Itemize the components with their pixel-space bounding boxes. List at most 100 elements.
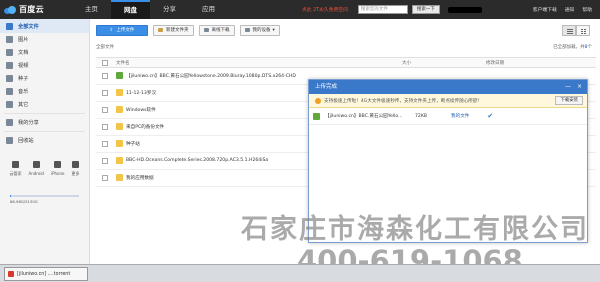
minimize-button[interactable]: — — [565, 80, 571, 94]
nav-home[interactable]: 主页 — [72, 0, 111, 19]
notifications-link[interactable]: 通知 — [565, 6, 575, 13]
close-button[interactable]: × — [577, 80, 582, 94]
search-button[interactable]: 搜索一下 — [411, 5, 440, 14]
device-label: iPhone — [50, 171, 65, 176]
monitor-icon — [12, 161, 19, 168]
share-icon — [6, 119, 13, 126]
upload-button[interactable]: ⇧ 上传文件 — [96, 24, 148, 36]
new-folder-button[interactable]: 新建文件夹 — [153, 24, 194, 36]
sidebar-item-images[interactable]: 图片 — [0, 33, 89, 46]
taskbar-item[interactable]: [jiluniwo.cn] ....torrent — [4, 267, 88, 281]
table-header: 文件名 大小 修改日期 — [96, 57, 596, 68]
column-name[interactable]: 文件名 — [116, 60, 130, 66]
row-checkbox[interactable] — [102, 107, 108, 113]
device-more[interactable]: 更多 — [71, 161, 79, 177]
sidebar-item-label: 其它 — [18, 102, 29, 108]
upload-label: 上传文件 — [116, 28, 135, 33]
folder-icon — [116, 157, 123, 164]
list-view-button[interactable] — [562, 25, 576, 36]
nav-share[interactable]: 分享 — [150, 0, 189, 19]
file-name[interactable]: 我的应用数据 — [126, 175, 154, 181]
client-download-link[interactable]: 客户端下载 — [533, 6, 557, 13]
device-label: 更多 — [71, 171, 80, 176]
sidebar-item-label: 种子 — [18, 76, 29, 82]
files-icon — [6, 22, 13, 30]
upload-icon: ⇧ — [109, 27, 114, 33]
my-devices-label: 我的设备 — [252, 28, 271, 33]
quota-text: 68.98G/5130G — [10, 199, 38, 204]
other-icon — [6, 101, 13, 108]
sidebar-item-label: 文档 — [18, 50, 29, 56]
quota-fill — [10, 195, 11, 197]
taskbar: [jiluniwo.cn] ....torrent — [0, 264, 600, 282]
upload-item: 【jiluniwo.cn】BBC.黄石公园Yello... 72KB 我的文件 … — [309, 108, 587, 125]
app-icon — [8, 271, 14, 277]
toolbar: ⇧ 上传文件 新建文件夹 离线下载 我的设备 ▾ — [96, 24, 285, 36]
help-link[interactable]: 帮助 — [582, 6, 592, 13]
breadcrumb[interactable]: 全部文件 — [96, 44, 114, 50]
sidebar-item-my-share[interactable]: 我的分享 — [0, 116, 89, 129]
file-name[interactable]: Windows软件 — [126, 107, 156, 113]
sidebar: 全部文件 图片 文档 视频 种子 音乐 其它 我的分享 回收站 云管家 Andr… — [0, 19, 90, 264]
device-iphone[interactable]: iPhone — [50, 161, 65, 177]
download-install-button[interactable]: 下载安装 — [555, 96, 583, 105]
sidebar-item-videos[interactable]: 视频 — [0, 59, 89, 72]
upload-location-link[interactable]: 我的文件 — [451, 113, 469, 119]
loaded-prefix: 已全部加载，共 — [553, 45, 585, 50]
row-checkbox[interactable] — [102, 73, 108, 79]
row-checkbox[interactable] — [102, 158, 108, 164]
sidebar-item-label: 全部文件 — [18, 23, 39, 30]
device-links: 云管家 Android iPhone 更多 — [0, 161, 89, 177]
row-checkbox[interactable] — [102, 124, 108, 130]
image-icon — [6, 36, 13, 43]
trash-icon — [6, 137, 13, 144]
column-date[interactable]: 修改日期 — [486, 60, 504, 66]
sidebar-item-other[interactable]: 其它 — [0, 98, 89, 111]
offline-download-button[interactable]: 离线下载 — [198, 24, 235, 36]
row-checkbox[interactable] — [102, 141, 108, 147]
nav-netdisk[interactable]: 网盘 — [111, 0, 150, 19]
speed-upload-banner: 支持极速上传啦！4G大文件极速秒传，支持文件夹上传，断点续传随心所欲！ 下载安装 — [309, 94, 587, 108]
nav-apps[interactable]: 应用 — [189, 0, 228, 19]
divider — [4, 131, 85, 132]
promo-link[interactable]: 点此 2T永久免费空间 — [302, 6, 348, 13]
sidebar-item-label: 音乐 — [18, 89, 29, 95]
column-size[interactable]: 大小 — [402, 60, 411, 66]
device-android[interactable]: Android — [29, 161, 44, 177]
info-icon — [315, 97, 321, 104]
sidebar-item-torrents[interactable]: 种子 — [0, 72, 89, 85]
sidebar-item-documents[interactable]: 文档 — [0, 46, 89, 59]
file-name[interactable]: 种子站 — [126, 141, 140, 147]
sidebar-item-label: 我的分享 — [18, 120, 39, 126]
file-name[interactable]: 11-12-13罗汉 — [126, 90, 156, 96]
my-devices-button[interactable]: 我的设备 ▾ — [239, 24, 280, 36]
folder-icon — [116, 106, 123, 113]
username-redacted[interactable] — [447, 6, 482, 13]
row-checkbox[interactable] — [102, 175, 108, 181]
more-icon — [71, 161, 79, 168]
offline-label: 离线下载 — [211, 28, 230, 33]
sidebar-item-recycle-bin[interactable]: 回收站 — [0, 134, 89, 147]
sidebar-item-all-files[interactable]: 全部文件 — [0, 19, 89, 33]
file-name[interactable]: 【jiluniwo.cn】BBC.黄石公园Yellowstone.2009.Bl… — [126, 73, 296, 79]
sidebar-item-music[interactable]: 音乐 — [0, 85, 89, 98]
select-all-checkbox[interactable] — [102, 60, 108, 66]
logo[interactable]: 百度云 — [4, 4, 72, 15]
file-name[interactable]: BBC-HD.Oceans.Complete.Series.2008.720p.… — [126, 158, 268, 163]
logo-text: 百度云 — [19, 5, 44, 14]
watermark-company: 石家庄市海森化工有限公司 — [241, 214, 589, 245]
video-icon — [6, 62, 13, 69]
quota-bar — [10, 195, 79, 197]
grid-view-button[interactable] — [576, 25, 590, 36]
sidebar-item-label: 视频 — [18, 63, 29, 69]
file-name[interactable]: 来自PC的备份文件 — [126, 124, 164, 130]
device-pc[interactable]: 云管家 — [10, 161, 22, 177]
loaded-suffix: 个 — [587, 45, 593, 50]
search-input[interactable]: 搜索您的文件 — [357, 5, 408, 14]
torrent-icon — [6, 75, 13, 82]
divider — [4, 113, 85, 114]
row-checkbox[interactable] — [102, 90, 108, 96]
chevron-down-icon: ▾ — [272, 27, 275, 33]
folder-icon — [116, 123, 123, 130]
upload-file-name: 【jiluniwo.cn】BBC.黄石公园Yello... — [325, 114, 403, 119]
